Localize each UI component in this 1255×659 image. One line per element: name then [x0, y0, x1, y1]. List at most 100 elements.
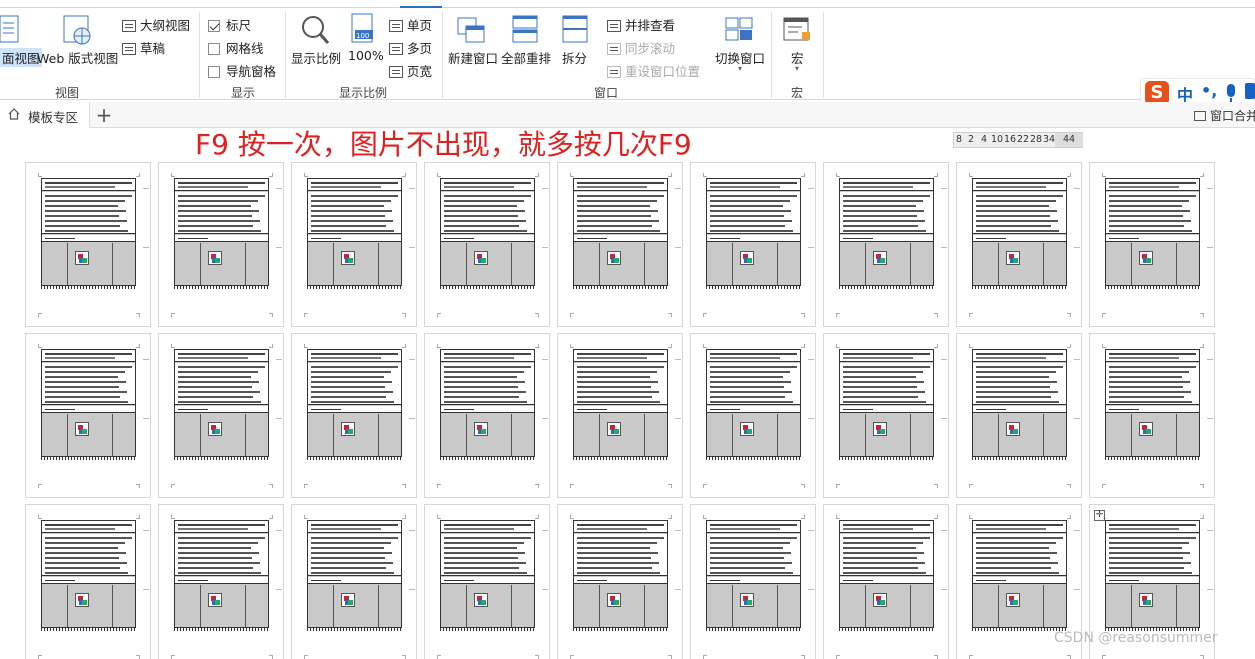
split-button[interactable]: 拆分 — [562, 48, 587, 67]
page-corner-mark — [171, 515, 175, 519]
add-tab-button[interactable]: + — [94, 103, 114, 127]
zoom-100-button[interactable]: 100% — [348, 48, 384, 63]
reset-position-button[interactable]: 重设窗口位置 — [607, 61, 700, 80]
gridlines-checkbox[interactable]: 网格线 — [208, 38, 264, 57]
page-thumbnail[interactable] — [291, 162, 417, 327]
page-thumbnail[interactable] — [158, 333, 284, 498]
page-thumbnail[interactable] — [690, 333, 816, 498]
page-corner-mark — [171, 313, 175, 317]
macro-icon[interactable] — [782, 14, 814, 46]
page-edge — [307, 286, 402, 289]
sync-scroll-button[interactable]: 同步滚动 — [607, 38, 675, 57]
horizontal-ruler[interactable]: 8 2 4 10 16 22 28 34 44 — [953, 132, 1083, 148]
new-window-icon[interactable] — [456, 14, 488, 46]
page-thumbnail[interactable] — [557, 504, 683, 659]
page-corner-mark — [801, 313, 805, 317]
table-move-handle-icon[interactable]: ✛ — [1094, 510, 1105, 521]
page-thumbnail[interactable] — [158, 162, 284, 327]
page-corner-mark — [136, 344, 140, 348]
page-thumbnail[interactable] — [956, 162, 1082, 327]
page-thumbnail[interactable] — [424, 333, 550, 498]
ruler-checkbox[interactable]: 标尺 — [208, 15, 251, 34]
read-view-icon[interactable] — [0, 14, 22, 46]
page-corner-mark — [38, 484, 42, 488]
microphone-icon[interactable] — [1227, 84, 1235, 102]
page-corner-mark — [570, 655, 574, 659]
zoom-icon[interactable] — [300, 14, 330, 46]
page-width-button[interactable]: 页宽 — [389, 61, 432, 80]
table-row — [1106, 577, 1199, 584]
macro-dropdown-icon[interactable]: ▾ — [795, 64, 799, 73]
split-icon[interactable] — [560, 14, 592, 46]
table-text-block — [840, 192, 933, 234]
page-thumbnail[interactable] — [690, 504, 816, 659]
broken-image-icon — [474, 593, 488, 607]
annotation-text: F9 按一次，图片不出现，就多按几次F9 — [195, 128, 692, 161]
nav-pane-checkbox[interactable]: 导航窗格 — [208, 61, 276, 80]
page-thumbnail[interactable] — [557, 162, 683, 327]
table-row — [973, 235, 1066, 242]
table-columns — [574, 243, 667, 285]
web-layout-button[interactable]: Web 版式视图 — [37, 48, 118, 67]
read-view-button[interactable]: 面视图 — [0, 48, 42, 67]
margin-marks — [276, 530, 282, 590]
window-merge-button[interactable]: 窗口合并 — [1194, 107, 1255, 124]
page-table — [174, 178, 269, 286]
page-thumbnail[interactable] — [823, 333, 949, 498]
page-thumbnail[interactable] — [25, 162, 151, 327]
page-thumbnail[interactable] — [424, 504, 550, 659]
single-page-button[interactable]: 单页 — [389, 15, 432, 34]
outline-view-button[interactable]: 大纲视图 — [122, 15, 190, 34]
margin-marks — [143, 530, 149, 590]
home-icon — [8, 108, 20, 120]
page-thumbnail[interactable] — [956, 333, 1082, 498]
page-thumbnail[interactable] — [25, 333, 151, 498]
margin-marks — [941, 359, 947, 419]
table-text-block — [441, 192, 534, 234]
zoom-100-icon[interactable]: 100 — [350, 12, 378, 46]
page-thumbnail[interactable] — [690, 162, 816, 327]
table-header — [574, 179, 667, 191]
page-thumbnail[interactable] — [25, 504, 151, 659]
margin-marks — [1207, 530, 1213, 590]
page-thumbnail[interactable] — [823, 162, 949, 327]
page-thumbnail[interactable] — [823, 504, 949, 659]
page-corner-mark — [836, 313, 840, 317]
arrange-all-icon[interactable] — [510, 14, 542, 46]
page-corner-mark — [402, 484, 406, 488]
page-thumbnail[interactable] — [1089, 333, 1215, 498]
page-corner-mark — [836, 173, 840, 177]
page-corner-mark — [668, 344, 672, 348]
multi-page-button[interactable]: 多页 — [389, 38, 432, 57]
page-corner-mark — [535, 655, 539, 659]
table-row — [574, 406, 667, 413]
margin-marks — [941, 188, 947, 248]
page-edge — [174, 286, 269, 289]
draft-view-button[interactable]: 草稿 — [122, 38, 165, 57]
ime-punct-toggle[interactable]: •, — [1201, 81, 1217, 100]
page-thumbnail[interactable] — [1089, 162, 1215, 327]
switch-window-icon[interactable] — [724, 14, 756, 46]
zoom-button[interactable]: 显示比例 — [291, 48, 341, 67]
margin-marks — [1207, 359, 1213, 419]
table-row — [441, 235, 534, 242]
page-thumbnail[interactable] — [291, 333, 417, 498]
page-edge — [972, 286, 1067, 289]
switch-window-dropdown-icon[interactable]: ▾ — [738, 64, 742, 73]
page-thumbnail[interactable] — [158, 504, 284, 659]
new-window-button[interactable]: 新建窗口 — [448, 48, 498, 67]
arrange-all-button[interactable]: 全部重排 — [501, 48, 551, 67]
side-by-side-button[interactable]: 并排查看 — [607, 15, 675, 34]
page-thumbnail[interactable] — [557, 333, 683, 498]
template-zone-tab[interactable]: 模板专区 — [0, 102, 90, 128]
web-layout-icon[interactable] — [62, 14, 94, 46]
keyboard-icon[interactable] — [1245, 83, 1255, 99]
table-columns — [707, 243, 800, 285]
active-tab-indicator[interactable] — [400, 0, 442, 8]
table-row — [840, 577, 933, 584]
page-thumbnail[interactable] — [291, 504, 417, 659]
page-corner-mark — [570, 344, 574, 348]
page-thumbnail[interactable] — [424, 162, 550, 327]
table-text-block — [42, 363, 135, 405]
document-canvas[interactable]: F9 按一次，图片不出现，就多按几次F9 8 2 4 10 16 22 28 34 44 — [0, 128, 1255, 659]
